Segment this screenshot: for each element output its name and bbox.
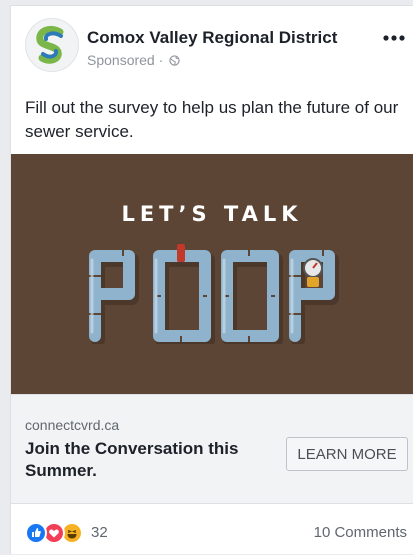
post-footer: 32 10 Comments	[11, 504, 413, 555]
separator-dot: ·	[158, 52, 164, 68]
ad-image[interactable]: LET’S TALK	[11, 154, 413, 394]
sponsored-label[interactable]: Sponsored	[87, 52, 155, 68]
post-header: Comox Valley Regional District Sponsored…	[25, 18, 405, 78]
post-text: Fill out the survey to help us plan the …	[25, 98, 399, 141]
red-valve-icon	[177, 244, 185, 262]
link-domain: connectcvrd.ca	[25, 417, 120, 433]
page-name-link[interactable]: Comox Valley Regional District	[87, 28, 337, 48]
like-reaction-icon	[25, 522, 47, 544]
globe-icon[interactable]	[169, 55, 180, 66]
poop-pipes-graphic	[89, 244, 339, 344]
page-avatar[interactable]	[25, 18, 79, 72]
link-preview[interactable]: connectcvrd.ca Join the Conversation thi…	[11, 394, 413, 504]
cvrd-logo-icon	[36, 25, 64, 64]
ad-headline-text: LET’S TALK	[121, 202, 303, 226]
more-options-icon[interactable]	[379, 26, 409, 46]
learn-more-button[interactable]: LEARN MORE	[286, 437, 408, 471]
sponsored-post-card: Comox Valley Regional District Sponsored…	[10, 5, 413, 554]
comments-count-link[interactable]: 10 Comments	[314, 524, 407, 541]
yellow-valve-icon	[307, 277, 319, 287]
link-headline[interactable]: Join the Conversation this Summer.	[25, 438, 275, 482]
sponsored-line: Sponsored ·	[87, 52, 180, 68]
reaction-count[interactable]: 32	[91, 524, 108, 541]
